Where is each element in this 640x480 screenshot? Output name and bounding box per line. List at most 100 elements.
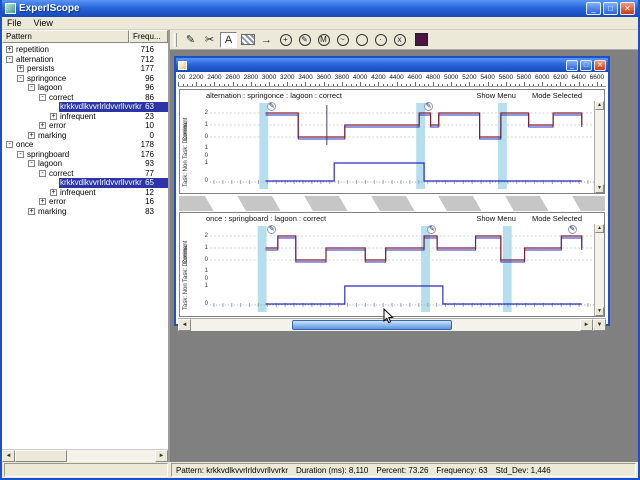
tree-row[interactable]: + persists 177 bbox=[2, 64, 168, 74]
tree-scroll-track[interactable] bbox=[15, 450, 155, 462]
tree-row[interactable]: - correct 77 bbox=[2, 169, 168, 179]
scroll-up-icon[interactable]: ▲ bbox=[595, 101, 604, 110]
circle-m-tool-icon[interactable]: M bbox=[315, 32, 332, 48]
tree-expander-icon[interactable]: - bbox=[39, 169, 46, 177]
circle-plus-tool-icon[interactable]: + bbox=[277, 32, 294, 48]
tree-row[interactable]: + infrequent 12 bbox=[2, 188, 168, 198]
tree-row[interactable]: - lagoon 93 bbox=[2, 159, 168, 169]
scroll-down-icon[interactable]: ▼ bbox=[595, 184, 604, 193]
tree-row[interactable]: - once 178 bbox=[2, 140, 168, 150]
timeline-scroll-thumb[interactable] bbox=[292, 320, 452, 330]
tree-node-frequency: 12 bbox=[145, 187, 154, 197]
tree-row[interactable]: + repetition 716 bbox=[2, 45, 168, 55]
annotation-pen-icon[interactable]: ✎ bbox=[424, 102, 434, 111]
tree-row[interactable]: - correct 86 bbox=[2, 93, 168, 103]
minimize-button[interactable]: _ bbox=[586, 2, 601, 15]
scroll-right-icon[interactable]: ► bbox=[580, 319, 593, 331]
tree-row[interactable]: - lagoon 96 bbox=[2, 83, 168, 93]
panel-2-show-menu[interactable]: Show Menu bbox=[476, 214, 516, 223]
tree-expander-icon[interactable]: - bbox=[39, 93, 46, 101]
toolbar-grip[interactable] bbox=[174, 32, 177, 47]
tree-row[interactable]: - springboard 176 bbox=[2, 150, 168, 160]
circle-empty-tool-icon[interactable] bbox=[353, 32, 370, 48]
tree-row[interactable]: + marking 83 bbox=[2, 207, 168, 217]
pen-tool-icon[interactable]: ✎ bbox=[182, 32, 199, 48]
tree-row[interactable]: + error 10 bbox=[2, 121, 168, 131]
tree-row[interactable]: - alternation 712 bbox=[2, 55, 168, 65]
menu-file[interactable]: File bbox=[7, 18, 22, 28]
tree-node-frequency: 86 bbox=[145, 92, 154, 102]
scroll-left-icon[interactable]: ◄ bbox=[178, 319, 191, 331]
tree-row[interactable]: krkkvdlkvvrlrldvvrllvvrkr 65 bbox=[2, 178, 168, 188]
tree-expander-icon[interactable]: - bbox=[6, 141, 13, 149]
tree-expander-icon[interactable]: + bbox=[39, 198, 46, 206]
tree-node-frequency: 65 bbox=[145, 178, 154, 187]
status-cell-pattern: Pattern: krkkvdlkvvrlrldvvrllvvrkr Durat… bbox=[171, 463, 636, 477]
tree-expander-icon[interactable]: + bbox=[17, 65, 24, 73]
tree-expander-icon[interactable]: + bbox=[50, 188, 57, 196]
tree-expander-icon[interactable]: + bbox=[28, 131, 35, 139]
ruler-label: 6000 bbox=[535, 74, 550, 81]
timeline-horizontal-scrollbar[interactable]: ◄ ► ▼ bbox=[178, 318, 606, 331]
titlebar[interactable]: ExperIScope _ □ ✕ bbox=[2, 0, 638, 17]
tree-row[interactable]: + marking 0 bbox=[2, 131, 168, 141]
panel-1-track-labels: Comm: 2 1 0 Task: Dominant 1 0 Task: Non 1 0 bbox=[180, 101, 210, 193]
tree-expander-icon[interactable]: - bbox=[6, 55, 13, 63]
maximize-button[interactable]: □ bbox=[603, 2, 618, 15]
tree-expander-icon[interactable]: - bbox=[28, 160, 35, 168]
color-swatch[interactable] bbox=[415, 33, 428, 46]
ruler-label: 4000 bbox=[352, 74, 368, 81]
child-maximize-button[interactable]: □ bbox=[580, 59, 592, 71]
arrow-tool-icon[interactable]: → bbox=[258, 32, 275, 48]
ruler-label: 5000 bbox=[443, 74, 459, 81]
panel-1-vertical-scrollbar[interactable]: ▲ ▼ bbox=[594, 101, 604, 193]
circle-wave-tool-icon[interactable]: ~ bbox=[334, 32, 351, 48]
tree-row[interactable]: + infrequent 23 bbox=[2, 112, 168, 122]
text-tool-icon[interactable]: A bbox=[220, 31, 237, 48]
close-button[interactable]: ✕ bbox=[620, 2, 635, 15]
tree-row[interactable]: krkkvdlkvvrlrldvvrllvvrkr 63 bbox=[2, 102, 168, 112]
track-label: Task: Non bbox=[183, 160, 189, 187]
tree-expander-icon[interactable]: - bbox=[28, 84, 35, 92]
pattern-tool-icon[interactable] bbox=[239, 32, 256, 48]
scroll-left-icon[interactable]: ◄ bbox=[2, 450, 15, 462]
panel-2-plot[interactable]: ✎ ✎ ✎ bbox=[210, 224, 594, 316]
tree-row[interactable]: + error 16 bbox=[2, 197, 168, 207]
app-icon bbox=[5, 3, 16, 14]
child-close-button[interactable]: ✕ bbox=[594, 59, 606, 71]
tree-expander-icon[interactable]: + bbox=[6, 46, 13, 54]
track-tick-label: 1 bbox=[204, 122, 208, 128]
timeline-window-titlebar[interactable]: _ □ ✕ bbox=[176, 58, 608, 72]
tree-row[interactable]: - springonce 96 bbox=[2, 74, 168, 84]
scissors-tool-icon[interactable]: ✂ bbox=[201, 32, 218, 48]
tree-expander-icon[interactable]: - bbox=[17, 150, 24, 158]
circle-pen-tool-icon[interactable]: ✎ bbox=[296, 32, 313, 48]
scroll-up-icon[interactable]: ▲ bbox=[595, 224, 604, 233]
track-tick-label: 0 bbox=[204, 178, 208, 184]
tree-expander-icon[interactable]: - bbox=[17, 74, 24, 82]
tree-expander-icon[interactable]: + bbox=[50, 112, 57, 120]
ruler-label: 5800 bbox=[516, 74, 532, 81]
child-minimize-button[interactable]: _ bbox=[566, 59, 578, 71]
circle-x-tool-icon[interactable]: x bbox=[391, 32, 408, 48]
tree-expander-icon[interactable]: + bbox=[28, 207, 35, 215]
ruler-label: 3000 bbox=[261, 74, 277, 81]
scroll-right-icon[interactable]: ► bbox=[155, 450, 168, 462]
column-header-pattern[interactable]: Pattern bbox=[2, 30, 129, 43]
timeline-window[interactable]: _ □ ✕ 2000220024002600280030003200340036… bbox=[174, 56, 610, 331]
tree-scroll-thumb[interactable] bbox=[15, 450, 67, 462]
tree-expander-icon[interactable]: + bbox=[39, 122, 46, 130]
circle-clock-tool-icon[interactable]: · bbox=[372, 32, 389, 48]
menu-view[interactable]: View bbox=[34, 18, 53, 28]
timeline-scroll-track[interactable] bbox=[191, 319, 580, 331]
panel-1-plot[interactable]: ✎ ✎ bbox=[210, 101, 594, 193]
tree-horizontal-scrollbar[interactable]: ◄ ► bbox=[2, 449, 168, 462]
ruler-label: 4600 bbox=[407, 74, 422, 81]
scroll-down-icon[interactable]: ▼ bbox=[593, 319, 606, 331]
panel-2-vertical-scrollbar[interactable]: ▲ ▼ bbox=[594, 224, 604, 316]
panel-1-show-menu[interactable]: Show Menu bbox=[476, 91, 516, 100]
column-header-frequency[interactable]: Frequ... bbox=[129, 30, 168, 43]
annotation-pen-icon[interactable]: ✎ bbox=[567, 225, 577, 234]
scroll-down-icon[interactable]: ▼ bbox=[595, 307, 604, 316]
timeline-panel-2: once : springboard : lagoon : correct Sh… bbox=[179, 212, 605, 317]
